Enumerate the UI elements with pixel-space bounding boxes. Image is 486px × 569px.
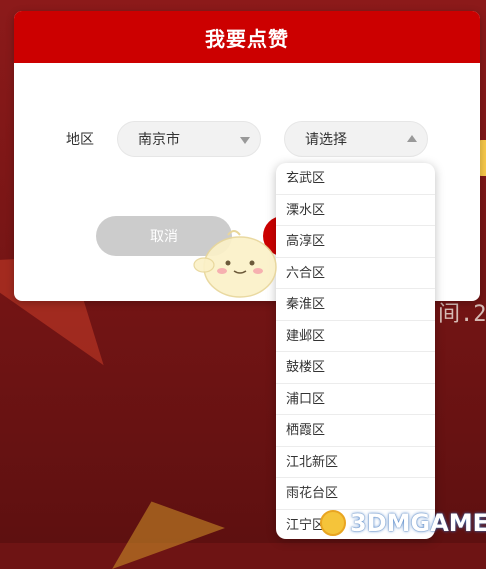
list-item[interactable]: 栖霞区 bbox=[276, 415, 435, 447]
list-item[interactable]: 鼓楼区 bbox=[276, 352, 435, 384]
watermark-logo-icon bbox=[320, 510, 346, 536]
chevron-down-icon bbox=[240, 137, 250, 144]
mascot-icon bbox=[193, 230, 277, 298]
list-item[interactable]: 浦口区 bbox=[276, 384, 435, 415]
district-select[interactable]: 请选择 bbox=[284, 121, 428, 157]
list-item[interactable]: 建邺区 bbox=[276, 321, 435, 352]
dialog-title: 我要点赞 bbox=[14, 11, 480, 63]
district-dropdown-list[interactable]: 玄武区 溧水区 高淳区 六合区 秦淮区 建邺区 鼓楼区 浦口区 栖霞区 江北新区… bbox=[276, 163, 435, 539]
list-item[interactable]: 秦淮区 bbox=[276, 289, 435, 321]
list-item[interactable]: 玄武区 bbox=[276, 163, 435, 195]
list-item[interactable]: 高淳区 bbox=[276, 226, 435, 258]
watermark-text: 3DMGAME bbox=[350, 509, 486, 537]
list-item[interactable]: 雨花台区 bbox=[276, 478, 435, 510]
background-star-shape-2 bbox=[95, 480, 225, 569]
district-select-value: 请选择 bbox=[305, 132, 347, 148]
city-select[interactable]: 南京市 bbox=[117, 121, 261, 157]
city-select-value: 南京市 bbox=[138, 132, 180, 148]
region-label: 地区 bbox=[66, 132, 94, 148]
list-item[interactable]: 六合区 bbox=[276, 258, 435, 289]
list-item[interactable]: 溧水区 bbox=[276, 195, 435, 226]
watermark: 3DMGAME bbox=[320, 508, 486, 538]
list-item[interactable]: 江北新区 bbox=[276, 447, 435, 478]
chevron-up-icon bbox=[407, 135, 417, 142]
